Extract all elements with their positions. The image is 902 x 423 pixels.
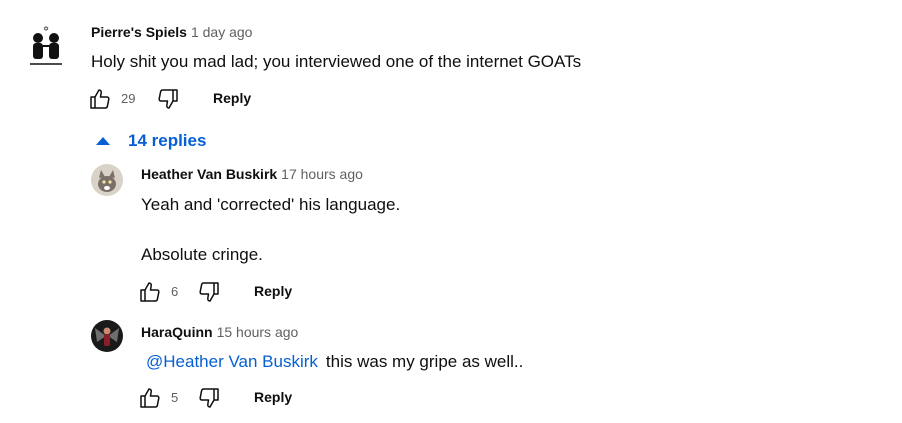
- like-count: 6: [171, 284, 179, 299]
- mention-link[interactable]: @Heather Van Buskirk: [146, 352, 318, 371]
- cat-avatar-icon: [91, 164, 123, 196]
- thumbs-down-icon[interactable]: [156, 87, 180, 111]
- comment-text: @Heather Van Buskirk this was my gripe as…: [146, 352, 523, 372]
- like-count: 5: [171, 390, 179, 405]
- winged-figure-avatar-icon: [91, 320, 123, 352]
- comment-text: Holy shit you mad lad; you interviewed o…: [91, 52, 582, 71]
- avatar-figures-icon: ✡: [24, 24, 68, 68]
- replies-count-label: 14 replies: [128, 131, 207, 150]
- thumbs-down-icon[interactable]: [197, 386, 221, 410]
- reply-heather-van-buskirk: Heather Van Buskirk 17 hours ago Yeah and…: [0, 160, 902, 310]
- author-name[interactable]: HaraQuinn: [141, 324, 213, 340]
- comment-body: this was my gripe as well..: [325, 352, 524, 371]
- reply-button[interactable]: Reply: [254, 283, 292, 299]
- thumbs-up-icon[interactable]: [138, 280, 162, 304]
- comment-header: HaraQuinn 15 hours ago: [141, 324, 298, 342]
- comment-header: Heather Van Buskirk 17 hours ago: [141, 166, 363, 184]
- reply-button[interactable]: Reply: [213, 90, 251, 106]
- comment-actions: 5 Reply: [138, 386, 438, 410]
- avatar[interactable]: ✡: [24, 24, 68, 68]
- thumbs-down-icon[interactable]: [197, 280, 221, 304]
- comment-actions: 6 Reply: [138, 280, 438, 304]
- comment-header: Pierre's Spiels 1 day ago: [91, 24, 252, 42]
- avatar[interactable]: [91, 320, 123, 352]
- timestamp[interactable]: 17 hours ago: [281, 166, 363, 182]
- reply-haraquinn: HaraQuinn 15 hours ago @Heather Van Buski…: [0, 316, 902, 423]
- caret-up-icon: [96, 137, 110, 145]
- thumbs-up-icon[interactable]: [138, 386, 162, 410]
- avatar[interactable]: [91, 164, 123, 196]
- thumbs-up-icon[interactable]: [88, 87, 112, 111]
- timestamp[interactable]: 15 hours ago: [217, 324, 299, 340]
- comment-pierres-spiels: ✡ Pierre's Spiels 1 day ago Holy shit you…: [0, 0, 902, 120]
- comment-actions: 29 Reply: [88, 87, 388, 111]
- like-count: 29: [121, 91, 136, 106]
- timestamp[interactable]: 1 day ago: [191, 24, 253, 40]
- reply-button[interactable]: Reply: [254, 389, 292, 405]
- comment-text-line: Absolute cringe.: [141, 245, 263, 264]
- author-name[interactable]: Heather Van Buskirk: [141, 166, 277, 182]
- author-name[interactable]: Pierre's Spiels: [91, 24, 187, 40]
- comment-text-line: Yeah and 'corrected' his language.: [141, 195, 401, 214]
- svg-text:✡: ✡: [43, 25, 49, 33]
